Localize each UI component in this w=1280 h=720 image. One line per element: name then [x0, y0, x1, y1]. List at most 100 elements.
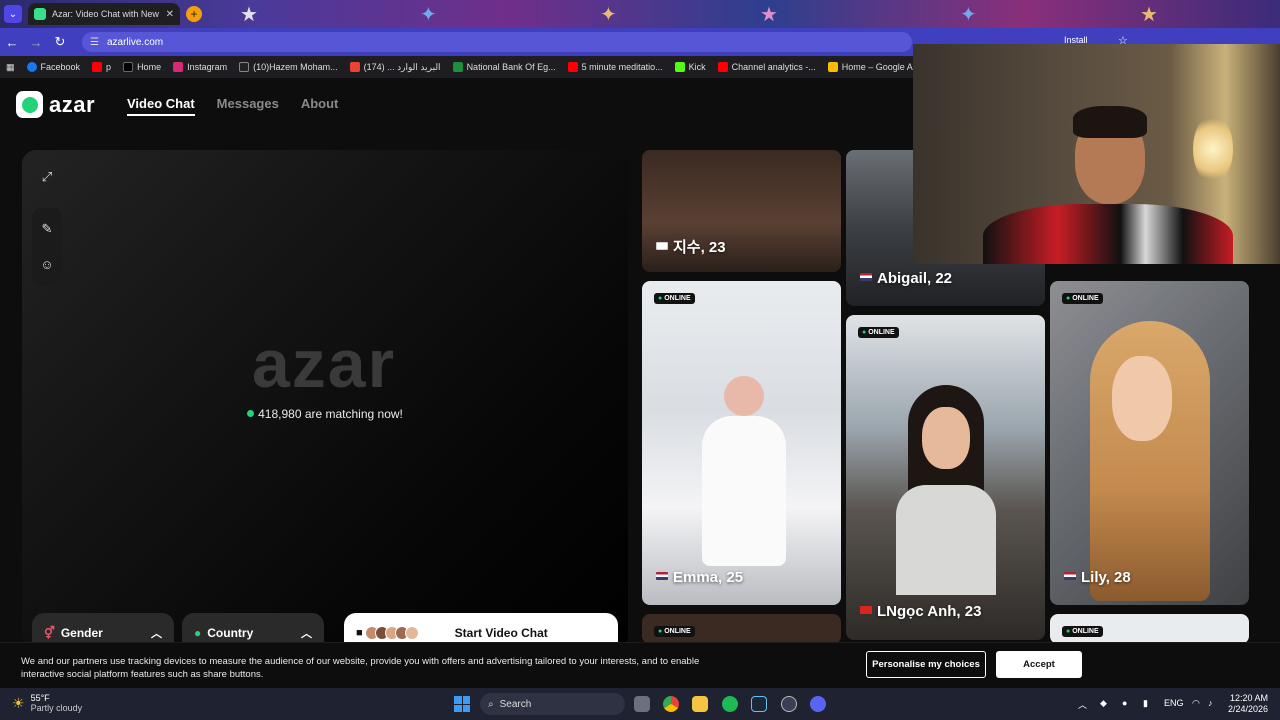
theme-star-icon: ★: [1140, 4, 1158, 26]
chevron-up-icon[interactable]: ︿: [1078, 698, 1087, 711]
video-chat-panel: ⤢ ✎ ☺ azar 418,980 are matching now! ⚥ G…: [22, 150, 628, 650]
language-indicator[interactable]: ENG: [1164, 698, 1184, 708]
online-badge: ● ONLINE: [1062, 626, 1103, 637]
webcam-feed: [1073, 106, 1147, 138]
browser-icon[interactable]: [781, 696, 797, 712]
bookmark-item[interactable]: Facebook: [26, 62, 80, 72]
matching-text: 418,980 are matching now!: [258, 407, 403, 421]
apps-icon[interactable]: ▦: [6, 62, 15, 73]
bookmark-label: Home: [137, 62, 162, 72]
clock-date: 2/24/2026: [1227, 704, 1268, 714]
youtube-icon: [92, 62, 103, 72]
profile-name: Abigail, 22: [860, 270, 952, 287]
profile-card[interactable]: ● ONLINE Emma, 25: [642, 281, 841, 605]
system-clock[interactable]: 12:20 AM 2/24/2026: [1226, 693, 1268, 715]
screen: ★ ✦ ✦ ★ ✦ ★ ⌄ Azar: Video Chat with New …: [0, 0, 1280, 720]
bookmark-item[interactable]: p: [92, 62, 111, 72]
us-flag-icon: [860, 273, 872, 281]
bookmark-label: 5 minute meditatio...: [581, 62, 663, 72]
cookie-text: We and our partners use tracking devices…: [21, 656, 700, 680]
windows-start-icon[interactable]: [454, 696, 470, 712]
network-app-icon[interactable]: ◆: [1100, 698, 1107, 709]
cookie-banner: We and our partners use tracking devices…: [0, 642, 1280, 688]
taskbar-search[interactable]: ⌕ Search: [480, 693, 625, 715]
azar-watermark: azar: [251, 326, 397, 402]
microphone-icon[interactable]: ▮: [1143, 698, 1148, 709]
close-icon[interactable]: ✕: [166, 9, 174, 20]
site-info-icon[interactable]: ☰: [90, 37, 99, 48]
bookmark-item[interactable]: Kick: [674, 62, 706, 72]
us-flag-icon: [1064, 572, 1076, 580]
online-badge: ● ONLINE: [858, 327, 899, 338]
discord-tray-icon[interactable]: ●: [1122, 698, 1127, 708]
task-view-icon[interactable]: [634, 696, 650, 712]
reload-icon[interactable]: ↻: [48, 34, 72, 50]
profile-name: Emma, 25: [656, 569, 743, 586]
profile-photo: [724, 376, 764, 416]
magic-wand-icon[interactable]: ✎: [36, 218, 58, 240]
webcam-feed: [983, 204, 1233, 264]
bookmark-label: Channel analytics -...: [731, 62, 816, 72]
clock-time: 12:20 AM: [1229, 693, 1268, 703]
profile-card[interactable]: ● ONLINE Lily, 28: [1050, 281, 1249, 605]
nav-video-chat[interactable]: Video Chat: [127, 96, 195, 116]
weather-condition: Partly cloudy: [30, 703, 83, 713]
profile-card[interactable]: ● ONLINE: [1050, 614, 1249, 644]
profile-name-text: 지수, 23: [673, 239, 726, 256]
nav-about[interactable]: About: [301, 96, 339, 116]
online-dot-icon: [247, 410, 255, 417]
bookmark-item[interactable]: Instagram: [173, 62, 227, 72]
profile-name-text: Emma, 25: [673, 569, 744, 586]
bookmark-label: National Bank Of Eg...: [466, 62, 556, 72]
back-icon[interactable]: ←: [0, 35, 24, 50]
bookmark-item[interactable]: Home: [123, 62, 161, 72]
personalise-button[interactable]: Personalise my choices: [866, 651, 986, 678]
file-explorer-icon[interactable]: [692, 696, 708, 712]
profile-card[interactable]: ● ONLINE: [642, 614, 841, 644]
start-label: Start Video Chat: [454, 626, 548, 640]
bookmark-item[interactable]: National Bank Of Eg...: [452, 62, 556, 72]
forward-icon[interactable]: →: [24, 35, 48, 50]
new-tab-button[interactable]: +: [186, 6, 202, 22]
browser-tab-strip: ★ ✦ ✦ ★ ✦ ★ ⌄ Azar: Video Chat with New …: [0, 0, 1280, 28]
windows-taskbar: ☀ 55°F Partly cloudy ⌕ Search ︿ ◆ ● ▮ EN…: [0, 688, 1280, 720]
discord-icon[interactable]: [810, 696, 826, 712]
avatar: [404, 626, 419, 640]
nav-messages[interactable]: Messages: [217, 96, 279, 116]
kick-icon: [674, 62, 685, 72]
country-label: Country: [207, 626, 254, 640]
theme-star-icon: ★: [240, 4, 258, 26]
tab-title: Azar: Video Chat with New Peo: [52, 9, 160, 19]
vietnam-flag-icon: [860, 606, 872, 614]
azar-logo[interactable]: azar: [16, 91, 95, 118]
accept-button[interactable]: Accept: [996, 651, 1082, 678]
logo-text: azar: [49, 91, 96, 117]
tab-search-button[interactable]: ⌄: [4, 5, 22, 23]
bookmark-item[interactable]: Home – Google Ad...: [827, 62, 925, 72]
bookmark-item[interactable]: 5 minute meditatio...: [567, 62, 663, 72]
weather-widget[interactable]: ☀ 55°F Partly cloudy: [12, 693, 82, 713]
theme-star-icon: ✦: [600, 4, 617, 26]
bookmark-item[interactable]: (174) ... البريد الوارد: [349, 62, 441, 73]
wifi-icon[interactable]: ◠: [1192, 698, 1200, 709]
bookmark-label: Instagram: [187, 62, 228, 72]
steam-icon[interactable]: [751, 696, 767, 712]
chrome-icon[interactable]: [663, 696, 679, 712]
face-filter-icon[interactable]: ☺: [36, 253, 58, 275]
browser-tab[interactable]: Azar: Video Chat with New Peo ✕: [28, 3, 180, 25]
spotify-icon[interactable]: [722, 696, 738, 712]
profile-card[interactable]: ● ONLINE LNgọc Anh, 23: [846, 315, 1045, 640]
bookmark-item[interactable]: Channel analytics -...: [717, 62, 816, 72]
profile-photo: [922, 407, 970, 469]
bookmark-item[interactable]: (10)Hazem Moham...: [239, 62, 338, 72]
google-ads-icon: [827, 62, 838, 72]
address-bar[interactable]: ☰ azarlive.com: [82, 32, 912, 52]
online-badge: ● ONLINE: [654, 626, 695, 637]
online-badge: ● ONLINE: [1062, 293, 1103, 304]
volume-icon[interactable]: ♪: [1208, 698, 1213, 708]
profile-card[interactable]: 지수, 23: [642, 150, 841, 272]
effects-controls: ✎ ☺: [32, 208, 62, 286]
facebook-icon: [26, 62, 37, 72]
korea-flag-icon: [656, 242, 668, 250]
expand-icon[interactable]: ⤢: [36, 166, 58, 188]
